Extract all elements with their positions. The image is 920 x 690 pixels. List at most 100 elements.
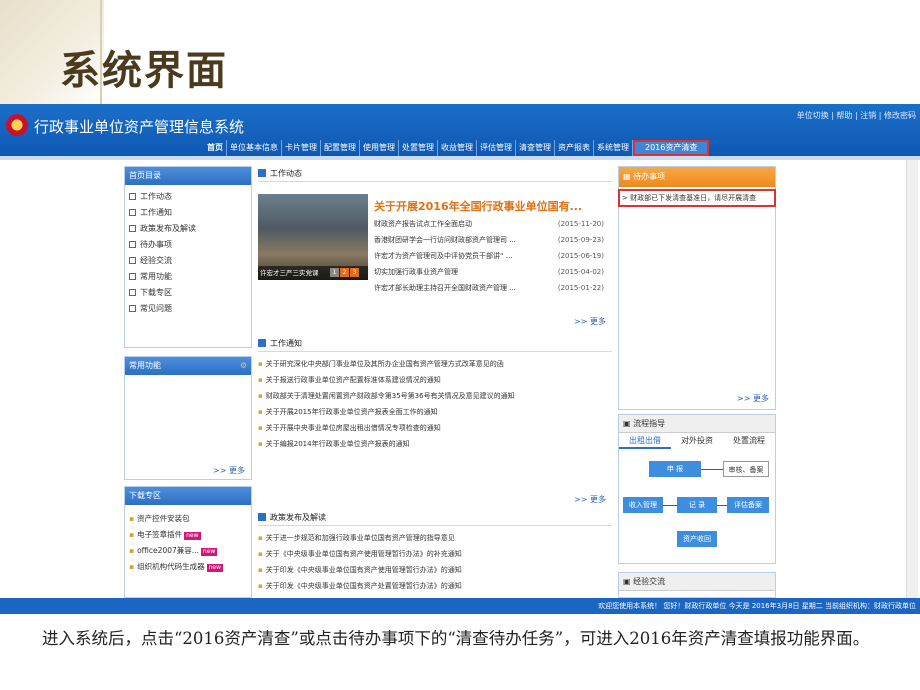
more-link[interactable]: >> 更多 [574,494,606,505]
menu-item-todo[interactable]: 待办事项 [125,237,251,253]
flow-step-apply: 申 报 [649,461,701,477]
flow-step-income: 收入管理 [623,497,663,513]
flow-arrow [701,469,723,470]
tab-disposal[interactable]: 处置流程 [723,433,775,449]
list-item[interactable]: ▪ 关于研究深化中央部门事业单位及其所办企业国有资产管理方式改革意见的函 [258,356,612,372]
list-item[interactable]: ▪ 关于编报2014年行政事业单位资产报表的通知 [258,436,612,452]
nav-use-mgmt[interactable]: 使用管理 [360,140,399,156]
news-headline[interactable]: 关于开展2016年全国行政事业单位国有... [374,198,582,214]
list-item[interactable]: 财政资产报告试点工作全面启动 (2015-11-20) [374,216,612,232]
download-item[interactable]: ▪ 电子签章插件 new [125,527,251,543]
status-footer: 欢迎您使用本系统！ 您好！财政行政单位 今天是 2016年3月8日 星期二 当前… [0,598,920,614]
list-item[interactable]: 许宏才部长助理主持召开全国财政资产管理 ... (2015-01-22) [374,280,612,296]
section-title: 政策发布及解读 [258,510,612,526]
list-item[interactable]: ▪ 关于进一步规范和加强行政事业单位国有资产管理的指导意见 [258,530,612,546]
list-item[interactable]: 香港财团研学会一行访问财政部资产管理司 ... (2015-09-23) [374,232,612,248]
pager-1[interactable]: 1 [330,268,339,277]
list-icon [129,305,136,312]
section-icon [258,513,266,521]
new-badge: new [200,548,218,556]
sub-bar [0,156,920,160]
menu-item-common[interactable]: 常用功能 [125,269,251,285]
settings-icon[interactable]: ⚙ [240,357,247,375]
policy-section: 政策发布及解读 ▪ 关于进一步规范和加强行政事业单位国有资产管理的指导意见 ▪ 关于… [258,510,612,598]
new-badge: new [206,564,223,572]
menu-item-work-notice[interactable]: 工作通知 [125,205,251,221]
flow-guide-panel: ▣ 流程指导 出租出借 对外投资 处置流程 申 报 审核、备案 收入管理 记 录… [618,414,776,564]
common-functions-panel: 常用功能 ⚙ >> 更多 [124,356,252,480]
calendar-icon: ▦ [623,172,634,181]
tab-lease[interactable]: 出租出借 [619,433,671,449]
menu-item-faq[interactable]: 常见问题 [125,301,251,317]
menu-item-download[interactable]: 下载专区 [125,285,251,301]
download-item[interactable]: ▪ 资产控件安装包 [125,511,251,527]
document-icon: ▣ [623,419,634,428]
more-link[interactable]: >> 更多 [737,393,769,404]
panel-title: 首页目录 [125,167,251,185]
list-item[interactable]: ▪ 关于开展中央事业单位房屋出租出借情况专项检查的通知 [258,420,612,436]
list-item[interactable]: 许宏才为资产管理司及中评协党员干部讲“ ... (2015-06-19) [374,248,612,264]
tab-investment[interactable]: 对外投资 [671,433,723,449]
list-icon [129,289,136,296]
menu-item-policy[interactable]: 政策发布及解读 [125,221,251,237]
download-panel: 下载专区 ▪ 资产控件安装包 ▪ 电子签章插件 new ▪ office2007兼容..… [124,486,252,598]
more-link[interactable]: >> 更多 [213,465,245,476]
list-item[interactable]: ▪ 关于《中央级事业单位国有资产使用管理暂行办法》的补充通知 [258,546,612,562]
work-notice-section: 工作通知 ▪ 关于研究深化中央部门事业单位及其所办企业国有资产管理方式改革意见的函… [258,336,612,506]
slide-caption: 进入系统后，点击“2016资产清查”或点击待办事项下的“清查待办任务”，可进入2… [42,629,870,648]
document-icon: ▣ [623,577,634,586]
list-item[interactable]: ▪ 关于印发《中央级事业单位国有资产使用管理暂行办法》的通知 [258,562,612,578]
photo-pager: 1 2 3 [330,268,359,277]
system-title: 行政事业单位资产管理信息系统 [34,118,245,136]
list-item[interactable]: ▪ 关于开展2015年行政事业单位资产报表全面工作的通知 [258,404,612,420]
section-icon [258,339,266,347]
panel-title: ▣ 经验交流 [619,573,775,591]
vertical-scrollbar[interactable] [906,160,918,598]
list-item[interactable]: 切实加强行政事业资产管理 (2015-04-02) [374,264,612,280]
pager-3[interactable]: 3 [350,268,359,277]
nav-asset-report[interactable]: 资产报表 [555,140,594,156]
list-icon [129,225,136,232]
menu-item-experience[interactable]: 经验交流 [125,253,251,269]
news-list: 财政资产报告试点工作全面启动 (2015-11-20) 香港财团研学会一行访问财政… [374,216,612,296]
app-screenshot: 行政事业单位资产管理信息系统 单位切换 | 帮助 | 注销 | 修改密码 首页 … [0,104,920,614]
download-item[interactable]: ▪ 组织机构代码生成器 new [125,559,251,575]
nav-unit-info[interactable]: 单位基本信息 [227,140,282,156]
flow-tabs: 出租出借 对外投资 处置流程 [619,433,775,449]
list-icon [129,193,136,200]
list-item[interactable]: ▪ 关于报送行政事业单位资产配置标准体系建设情况的通知 [258,372,612,388]
national-emblem-icon [6,114,28,136]
more-link[interactable]: >> 更多 [574,316,606,327]
nav-config-mgmt[interactable]: 配置管理 [321,140,360,156]
flow-step-eval: 评估备案 [727,497,769,513]
nav-home[interactable]: 首页 [204,140,227,156]
menu-item-work-news[interactable]: 工作动态 [125,189,251,205]
list-icon [129,241,136,248]
nav-income-mgmt[interactable]: 收益管理 [438,140,477,156]
pager-2[interactable]: 2 [340,268,349,277]
top-links[interactable]: 单位切换 | 帮助 | 注销 | 修改密码 [797,110,916,121]
new-badge: new [184,532,201,540]
list-icon [129,273,136,280]
section-title: 工作动态 [258,166,612,182]
slide-title: 系统界面 [60,47,228,94]
nav-card-mgmt[interactable]: 卡片管理 [282,140,321,156]
nav-eval-mgmt[interactable]: 评估管理 [477,140,516,156]
panel-title: 常用功能 ⚙ [125,357,251,375]
experience-panel: ▣ 经验交流 [618,572,776,598]
list-item[interactable]: ▪ 财政部关于清理处置闲置资产财政部令第35号第36号有关情况及意见建议的通知 [258,388,612,404]
work-news-section: 工作动态 许宏才三严三实党课 1 2 3 关于开展2016年全国行政事业单位国有… [258,166,612,336]
section-icon [258,169,266,177]
flow-step-collect: 资产收回 [677,531,717,547]
panel-title: ▣ 流程指导 [619,415,775,433]
list-item[interactable]: ▪ 关于印发《中央级事业单位国有资产处置管理暂行办法》的通知 [258,578,612,594]
nav-2016-asset-check[interactable]: 2016资产清查 [633,140,710,156]
todo-item-asset-check[interactable]: > 财政部已下发清查基准日，请尽开展清查 [618,189,776,207]
nav-disposal-mgmt[interactable]: 处置管理 [399,140,438,156]
nav-check-mgmt[interactable]: 清查管理 [516,140,555,156]
main-nav: 首页 单位基本信息 卡片管理 配置管理 使用管理 处置管理 收益管理 评估管理 … [0,140,920,156]
nav-system-mgmt[interactable]: 系统管理 [594,140,633,156]
list-icon [129,209,136,216]
section-title: 工作通知 [258,336,612,352]
download-item[interactable]: ▪ office2007兼容... new [125,543,251,559]
